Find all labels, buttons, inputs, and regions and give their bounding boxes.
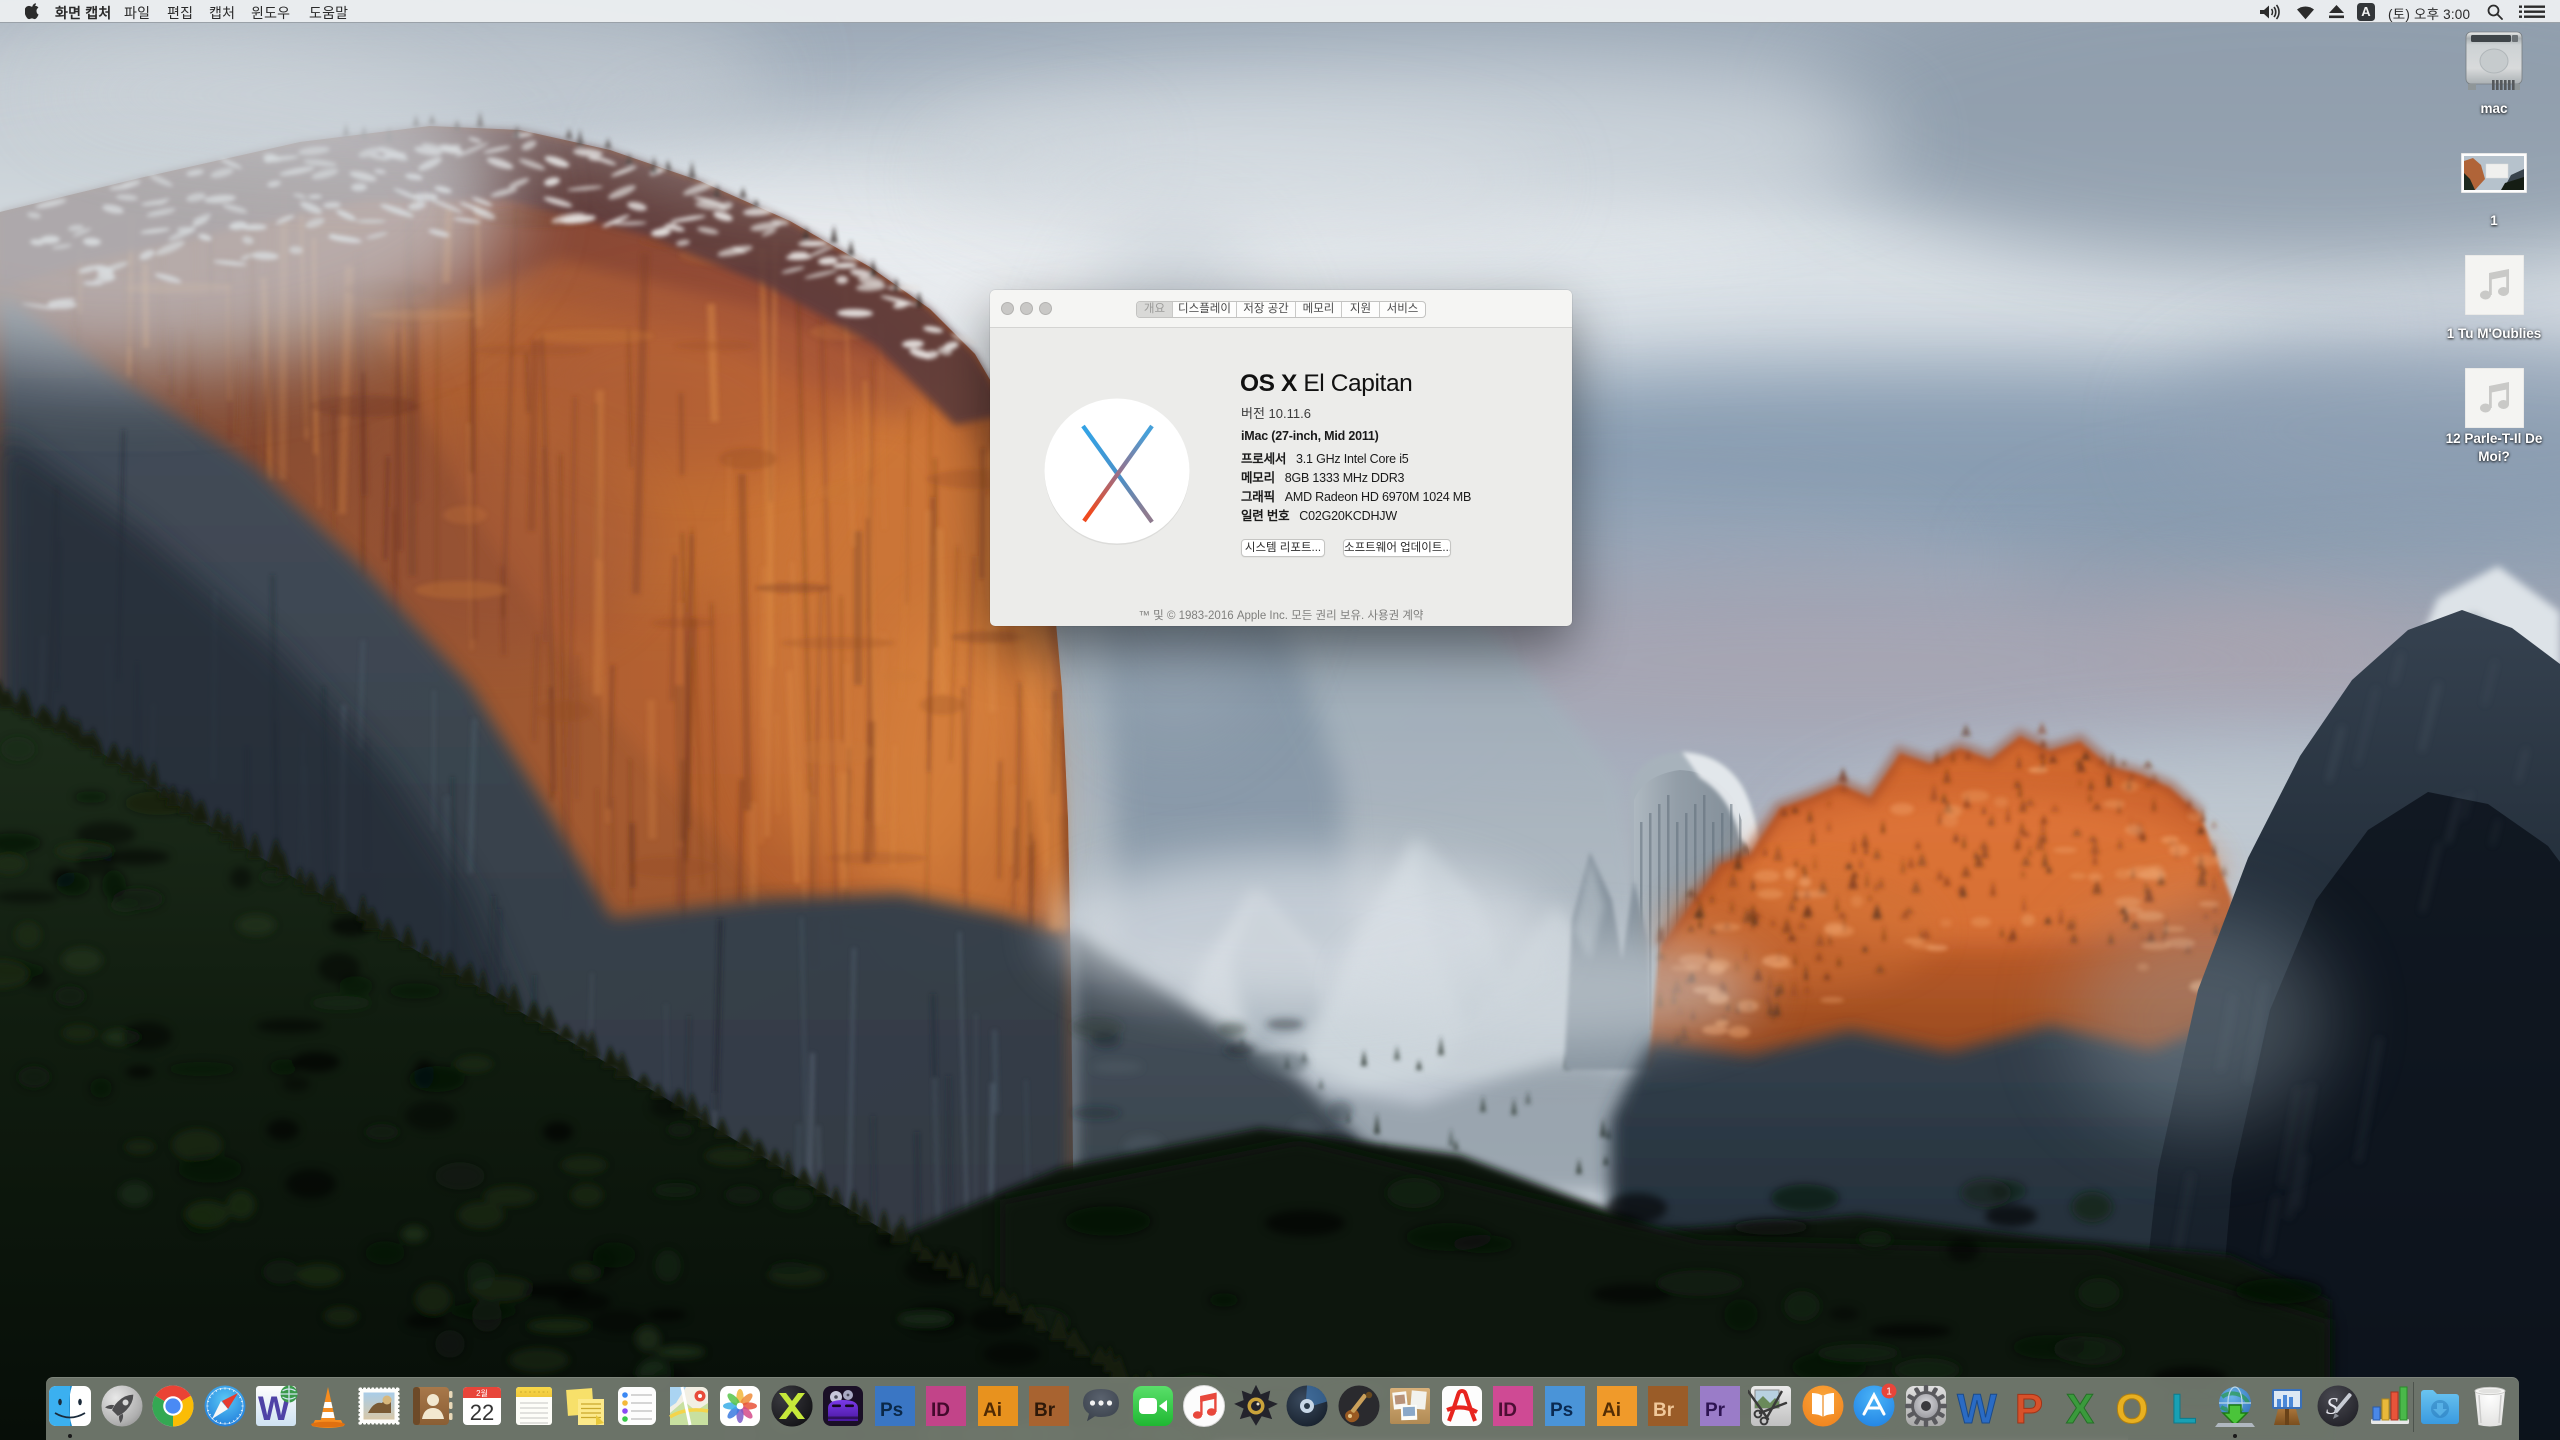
svg-text:O: O <box>2116 1385 2149 1429</box>
svg-text:1: 1 <box>1886 1387 1892 1398</box>
svg-text:L: L <box>2171 1385 2197 1429</box>
svg-text:Br: Br <box>1653 1400 1675 1421</box>
svg-text:22: 22 <box>470 1400 494 1425</box>
svg-text:W: W <box>1957 1385 1997 1429</box>
svg-text:Ai: Ai <box>983 1400 1002 1421</box>
svg-text:P: P <box>2015 1385 2043 1429</box>
svg-text:Pr: Pr <box>1705 1400 1726 1421</box>
svg-text:Ai: Ai <box>1602 1400 1621 1421</box>
svg-text:X: X <box>2066 1385 2094 1429</box>
svg-text:Ps: Ps <box>880 1400 903 1421</box>
svg-text:ID: ID <box>1498 1400 1517 1421</box>
svg-text:Br: Br <box>1034 1400 1056 1421</box>
svg-text:Ps: Ps <box>1550 1400 1573 1421</box>
svg-text:ID: ID <box>931 1400 950 1421</box>
svg-text:2월: 2월 <box>476 1388 488 1398</box>
